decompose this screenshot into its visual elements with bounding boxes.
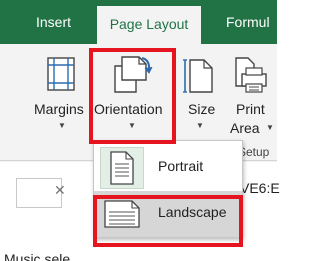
print-area-chevron-icon: ▼ xyxy=(266,123,274,132)
tab-formulas[interactable]: Formul xyxy=(226,0,270,44)
margins-chevron-icon: ▼ xyxy=(58,121,66,130)
cancel-icon[interactable]: ✕ xyxy=(54,182,66,199)
margins-icon xyxy=(47,57,75,91)
print-area-icon xyxy=(235,57,267,93)
menu-item-portrait[interactable]: Portrait xyxy=(94,145,242,191)
cell-text: Music sele xyxy=(4,251,71,261)
name-box[interactable]: VE6:E xyxy=(240,180,280,196)
size-icon xyxy=(183,59,213,93)
highlight-landscape xyxy=(93,195,243,247)
size-label: Size xyxy=(188,101,216,117)
print-area-label-line2: Area xyxy=(230,120,260,136)
portrait-page-icon xyxy=(110,151,134,185)
menu-item-portrait-label: Portrait xyxy=(158,158,204,174)
print-area-label-line1: Print xyxy=(236,101,265,117)
tab-insert[interactable]: Insert xyxy=(36,0,71,44)
margins-label: Margins xyxy=(34,101,84,117)
size-chevron-icon: ▼ xyxy=(196,121,204,130)
highlight-orientation xyxy=(89,48,176,144)
tab-page-layout[interactable]: Page Layout xyxy=(97,6,201,44)
